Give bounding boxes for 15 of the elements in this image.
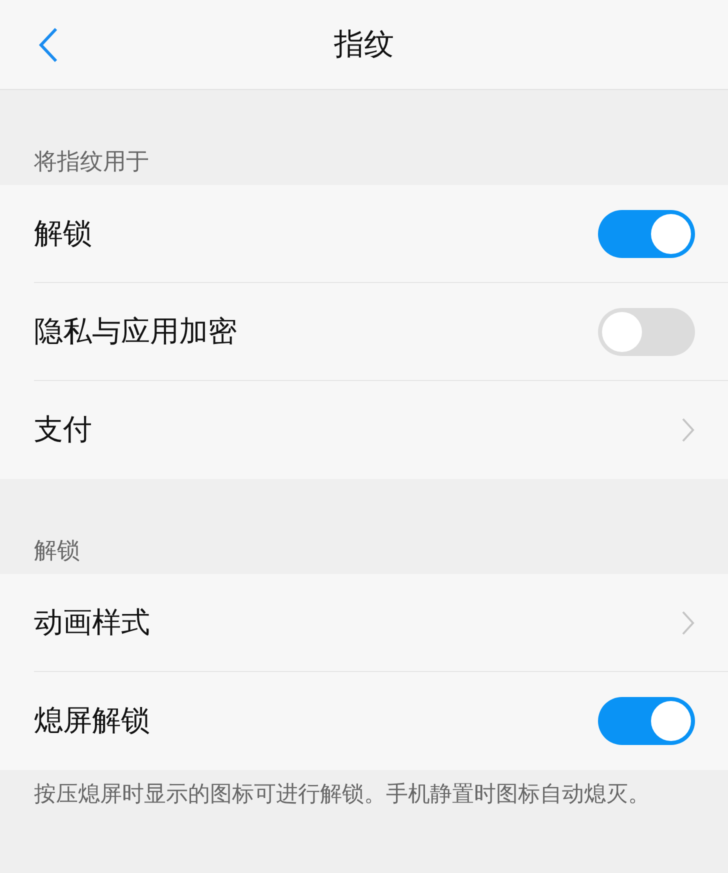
- chevron-right-icon[interactable]: [681, 417, 695, 443]
- setting-label: 支付: [34, 411, 92, 448]
- toggle-switch[interactable]: [598, 697, 695, 745]
- toggle-switch[interactable]: [598, 210, 695, 258]
- setting-label: 动画样式: [34, 604, 150, 640]
- page-title: 指纹: [334, 26, 394, 64]
- setting-label: 隐私与应用加密: [34, 312, 237, 350]
- setting-label: 解锁: [34, 214, 92, 252]
- section-header: 解锁: [34, 537, 80, 566]
- section-header: 将指纹用于: [34, 148, 149, 177]
- setting-label: 熄屏解锁: [34, 702, 150, 739]
- toggle-switch[interactable]: [598, 308, 695, 356]
- description-text: 按压熄屏时显示的图标可进行解锁。手机静置时图标自动熄灭。: [33, 781, 651, 809]
- chevron-right-icon[interactable]: [681, 610, 695, 636]
- back-icon[interactable]: [38, 27, 58, 63]
